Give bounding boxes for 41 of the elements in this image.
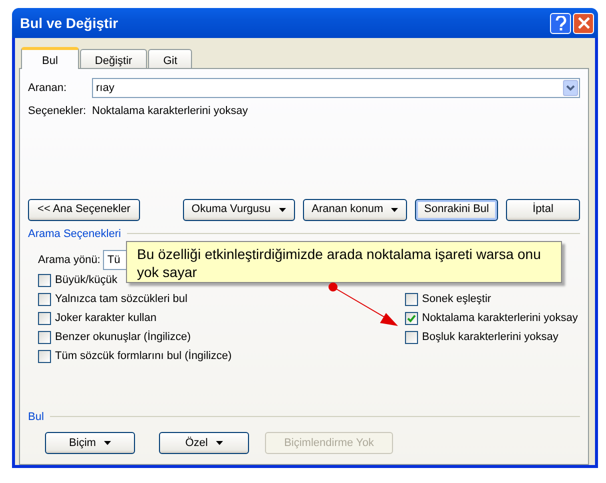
dropdown-button[interactable]: Biçim [45,432,135,454]
checkbox[interactable] [405,293,418,306]
button[interactable]: İptal [506,198,580,220]
caret-icon [278,208,286,212]
checkbox-label: Sonek eşleştir [422,292,492,308]
tooltip: Bu özelliği etkinleştirdiğimizde arada noktalama işareti warsa onu yok sayar [126,241,562,283]
window-title: Bul ve Değiştir [20,14,120,33]
checkbox-label: Noktalama karakterlerini yoksay [422,311,578,326]
caret-icon [104,441,111,445]
checkbox-label: Yalnızca tam sözcükleri bul [55,292,188,308]
checkbox[interactable] [38,331,51,344]
dropdown-button[interactable]: Okuma Vurgusu [182,198,295,220]
field-label: Aranan: [28,80,68,96]
checkbox-label: Benzer okunuşlar (İngilizce) [55,330,191,346]
group-title: Arama Seçenekleri [28,226,121,242]
tab[interactable]: Bul [21,47,79,69]
close-icon[interactable] [573,12,594,34]
checkbox[interactable] [38,312,51,325]
tab[interactable]: Git [148,49,192,68]
options-value: Noktalama karakterlerini yoksay [92,104,248,119]
dropdown-button[interactable]: Aranan konum [302,198,408,220]
caret-icon [216,441,223,445]
tab[interactable]: Değiştir [80,49,148,68]
caret-icon [391,208,398,212]
search-field[interactable]: rıay [92,78,580,98]
checkbox-label: Büyük/küçük [55,273,118,288]
checkbox[interactable] [38,350,51,363]
checkbox[interactable] [38,293,51,306]
checkbox-label: Boşluk karakterlerini yoksay [422,330,558,346]
direction-label: Arama yönü: [38,252,100,268]
help-icon[interactable] [550,12,571,34]
checkbox[interactable] [405,331,418,344]
button[interactable]: << Ana Seçenekler [28,198,140,220]
checkbox-label: Tüm sözcük formlarını bul (İngilizce) [55,348,232,364]
checkbox[interactable] [405,312,418,325]
group-title: Bul [28,410,44,424]
button[interactable]: Sonrakini Bul [415,198,498,220]
checkbox[interactable] [38,274,51,287]
dropdown-button[interactable]: Özel [159,432,249,454]
options-label: Seçenekler: [28,104,88,119]
checkbox-label: Joker karakter kullan [55,311,156,326]
